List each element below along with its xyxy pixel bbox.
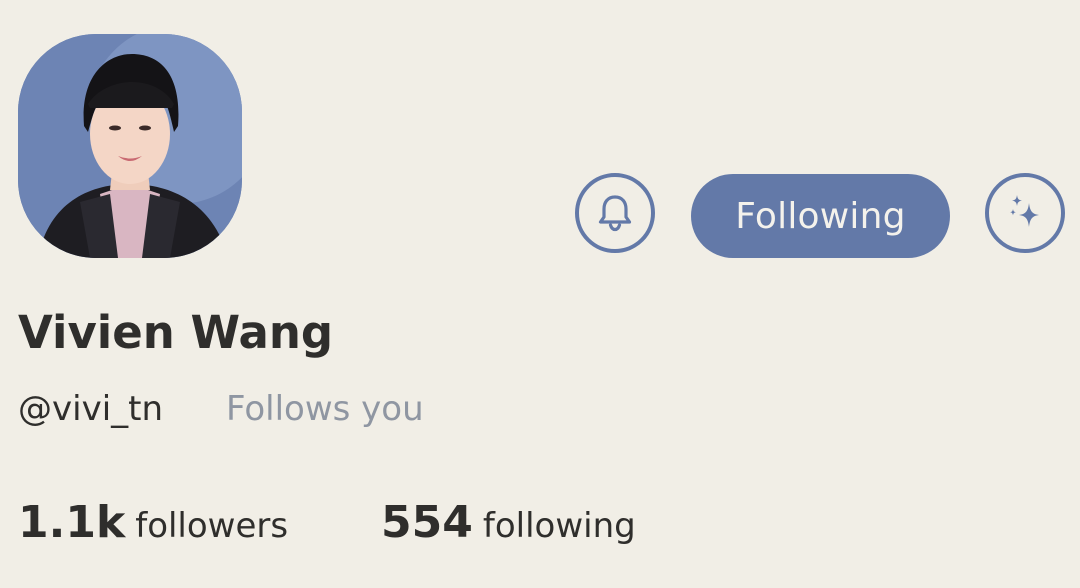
profile-handle: @vivi_tn [18, 389, 164, 429]
profile-name: Vivien Wang [18, 306, 334, 359]
followers-label: followers [135, 506, 289, 546]
sparkle-icon [1010, 195, 1039, 227]
following-stat[interactable]: 554 following [381, 497, 636, 548]
followers-count: 1.1k [18, 497, 126, 548]
avatar[interactable] [18, 34, 242, 258]
avatar-photo [18, 34, 242, 258]
following-count: 554 [381, 497, 473, 548]
following-button[interactable]: Following [691, 174, 950, 258]
follows-you-label: Follows you [226, 389, 424, 429]
following-label: following [482, 506, 636, 546]
bell-icon [598, 195, 632, 232]
sparkle-button[interactable] [985, 173, 1065, 253]
notification-bell-button[interactable] [575, 173, 655, 253]
following-button-label: Following [735, 195, 906, 237]
followers-stat[interactable]: 1.1k followers [18, 497, 288, 548]
